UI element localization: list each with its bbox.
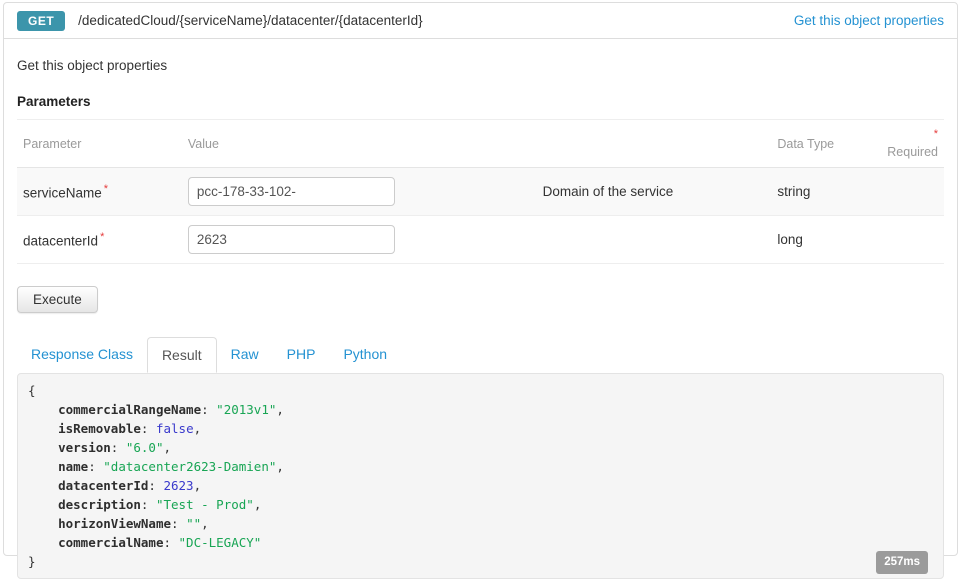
table-header-row: Parameter Value Data Type * Required: [17, 120, 944, 168]
param-data-type: string: [771, 168, 881, 216]
col-header-required: * Required: [881, 120, 944, 168]
response-json: { commercialRangeName: "2013v1", isRemov…: [28, 381, 933, 571]
code-line: version: "6.0",: [28, 438, 933, 457]
param-name-cell: datacenterId*: [17, 216, 182, 264]
required-asterisk: *: [934, 128, 938, 140]
required-label: Required: [887, 145, 938, 159]
col-header-description: [537, 120, 772, 168]
code-line: datacenterId: 2623,: [28, 476, 933, 495]
tab-response-class[interactable]: Response Class: [17, 337, 147, 371]
operation-header[interactable]: GET /dedicatedCloud/{serviceName}/datace…: [4, 3, 957, 39]
code-line: horizonViewName: "",: [28, 514, 933, 533]
operation-description: Get this object properties: [17, 58, 944, 73]
param-description: Domain of the service: [537, 168, 772, 216]
col-header-parameter: Parameter: [17, 120, 182, 168]
tab-result[interactable]: Result: [147, 337, 217, 373]
execute-button[interactable]: Execute: [17, 286, 98, 313]
required-asterisk: *: [100, 231, 104, 243]
col-header-value: Value: [182, 120, 537, 168]
tab-php[interactable]: PHP: [273, 337, 330, 371]
code-line: isRemovable: false,: [28, 419, 933, 438]
col-header-data-type: Data Type: [771, 120, 881, 168]
param-description: [537, 216, 772, 264]
code-line: }: [28, 552, 933, 571]
table-row: datacenterId* long: [17, 216, 944, 264]
code-line: name: "datacenter2623-Damien",: [28, 457, 933, 476]
code-line: commercialRangeName: "2013v1",: [28, 400, 933, 419]
parameters-table: Parameter Value Data Type * Required ser…: [17, 119, 944, 264]
table-row: serviceName* Domain of the service strin…: [17, 168, 944, 216]
response-json-block: { commercialRangeName: "2013v1", isRemov…: [17, 373, 944, 579]
param-name: serviceName: [23, 185, 102, 200]
code-line: commercialName: "DC-LEGACY": [28, 533, 933, 552]
serviceName-input[interactable]: [188, 177, 395, 206]
code-line: description: "Test - Prod",: [28, 495, 933, 514]
param-name-cell: serviceName*: [17, 168, 182, 216]
param-name: datacenterId: [23, 233, 98, 248]
required-asterisk: *: [104, 183, 108, 195]
param-data-type: long: [771, 216, 881, 264]
parameters-heading: Parameters: [17, 94, 944, 109]
datacenterId-input[interactable]: [188, 225, 395, 254]
code-line: {: [28, 381, 933, 400]
http-method-badge: GET: [17, 11, 65, 31]
endpoint-path: /dedicatedCloud/{serviceName}/datacenter…: [78, 13, 422, 28]
operation-summary-link[interactable]: Get this object properties: [794, 13, 944, 28]
api-operation-panel: GET /dedicatedCloud/{serviceName}/datace…: [3, 2, 958, 556]
tab-python[interactable]: Python: [329, 337, 401, 371]
response-tabs: Response Class Result Raw PHP Python: [17, 337, 944, 371]
tab-raw[interactable]: Raw: [217, 337, 273, 371]
